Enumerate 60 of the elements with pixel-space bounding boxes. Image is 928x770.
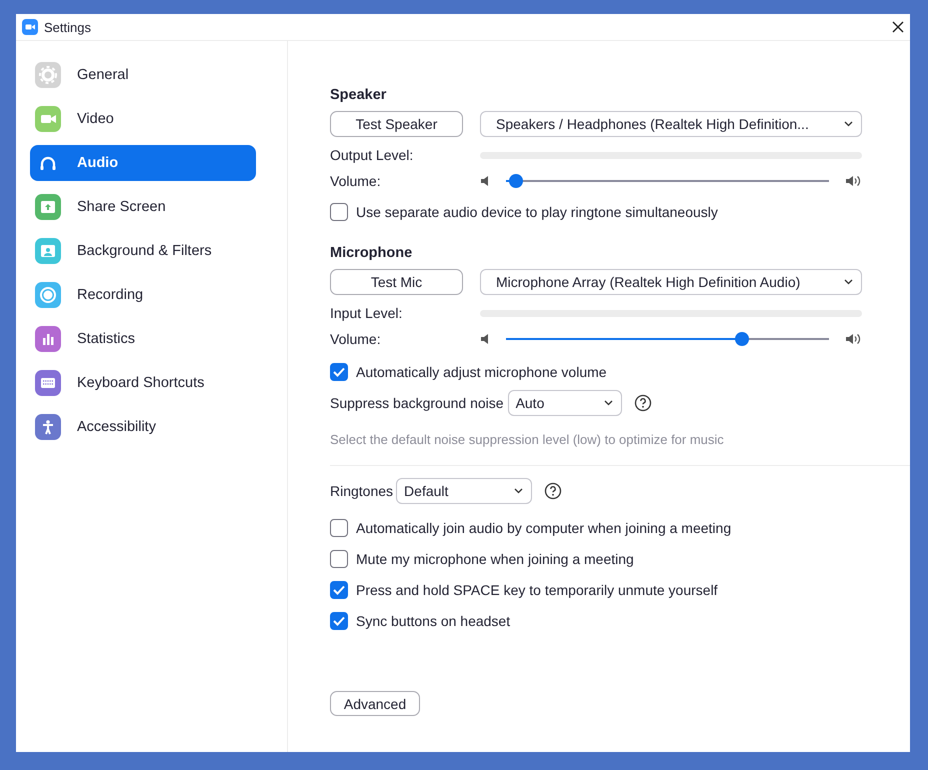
sidebar-item[interactable]: Share Screen: [30, 189, 256, 225]
checkbox-label: Use separate audio device to play ringtone simultaneously: [356, 204, 718, 220]
sidebar-item[interactable]: General: [30, 57, 256, 93]
checkbox[interactable]: [330, 612, 348, 630]
sidebar-item[interactable]: Background & Filters: [30, 233, 256, 269]
bar-chart-icon: [35, 326, 61, 352]
section-heading: Microphone: [330, 245, 414, 263]
chevron-down-icon: [604, 400, 613, 406]
advanced-button[interactable]: Advanced: [330, 691, 420, 716]
window-title: Settings: [44, 20, 92, 34]
slider-thumb[interactable]: [734, 332, 749, 346]
sidebar-item[interactable]: Statistics: [30, 321, 256, 357]
device-dropdown[interactable]: Speakers / Headphones (Realtek High Definition...: [480, 111, 862, 137]
device-dropdown[interactable]: Microphone Array (Realtek High Definition Audio): [480, 269, 862, 295]
noise-dropdown[interactable]: Auto: [508, 390, 622, 416]
checkbox-label: Mute my microphone when joining a meeting: [356, 551, 634, 567]
speaker-quiet-icon: [480, 175, 490, 187]
speaker-loud-icon: [845, 175, 862, 187]
speaker-quiet-icon: [480, 333, 490, 345]
test-button[interactable]: Test Mic: [330, 269, 463, 295]
level-label: Input Level:: [330, 305, 404, 321]
volume-label: Volume:: [330, 331, 382, 347]
slider-thumb[interactable]: [508, 174, 523, 188]
checkbox-label: Press and hold SPACE key to temporarily unmute yourself: [356, 582, 718, 598]
test-button[interactable]: Test Speaker: [330, 111, 463, 137]
chevron-down-icon: [844, 121, 853, 127]
camera-icon: [35, 106, 61, 132]
chevron-down-icon: [844, 279, 853, 285]
volume-label: Volume:: [330, 173, 382, 189]
help-icon[interactable]: [544, 482, 562, 500]
checkbox[interactable]: [330, 363, 348, 381]
speaker-loud-icon: [845, 333, 862, 345]
checkbox[interactable]: [330, 519, 348, 537]
chevron-down-icon: [514, 488, 524, 494]
share-screen-icon: [35, 194, 61, 220]
suppress-noise-label: Suppress background noise: [330, 395, 504, 411]
keyboard-icon: [35, 370, 61, 396]
sidebar-item[interactable]: Accessibility: [30, 409, 256, 445]
close-icon[interactable]: [892, 21, 904, 33]
sidebar-item[interactable]: Keyboard Shortcuts: [30, 365, 256, 401]
section-heading: Speaker: [330, 87, 388, 105]
checkbox[interactable]: [330, 581, 348, 599]
gear-icon: [35, 62, 61, 88]
ringtones-label: Ringtones: [330, 483, 394, 499]
level-label: Output Level:: [330, 147, 414, 163]
checkbox-label: Automatically join audio by computer when joining a meeting: [356, 520, 732, 536]
portrait-icon: [35, 238, 61, 264]
checkbox-label: Automatically adjust microphone volume: [356, 364, 607, 380]
sidebar-item[interactable]: Audio: [30, 145, 256, 181]
hint-text: Select the default noise suppression level (low) to optimize for music: [330, 432, 725, 447]
checkbox[interactable]: [330, 203, 348, 221]
sidebar-item[interactable]: Recording: [30, 277, 256, 313]
help-icon[interactable]: [634, 394, 652, 412]
checkbox[interactable]: [330, 550, 348, 568]
checkbox-label: Sync buttons on headset: [356, 613, 510, 629]
record-icon: [35, 282, 61, 308]
accessibility-icon: [35, 414, 61, 440]
sidebar-item[interactable]: Video: [30, 101, 256, 137]
ringtone-dropdown[interactable]: Default: [396, 478, 532, 504]
app-logo-icon: [22, 19, 38, 35]
